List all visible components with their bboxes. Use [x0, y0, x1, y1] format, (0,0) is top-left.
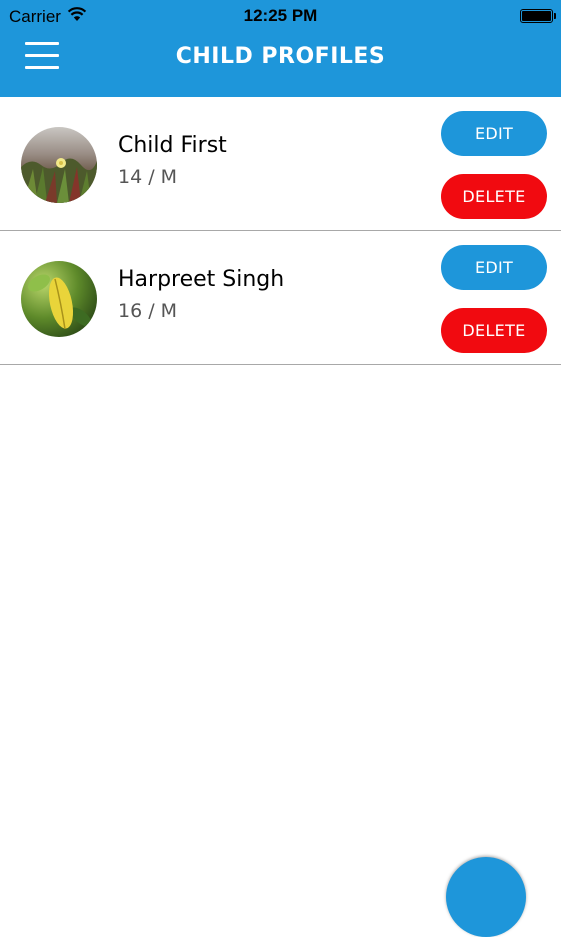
child-name: Child First: [118, 133, 227, 158]
avatar: [21, 261, 97, 337]
delete-button[interactable]: DELETE: [441, 308, 547, 353]
add-profile-button[interactable]: [446, 857, 526, 937]
page-title: CHILD PROFILES: [175, 44, 386, 69]
profile-row: Harpreet Singh 16 / M EDIT DELETE: [0, 231, 561, 365]
profile-row: Child First 14 / M EDIT DELETE: [0, 97, 561, 231]
battery-icon: [520, 9, 556, 23]
child-profile-list: Child First 14 / M EDIT DELETE Harpreet …: [0, 97, 561, 365]
edit-button[interactable]: EDIT: [441, 245, 547, 290]
avatar: [21, 127, 97, 203]
child-age-gender: 14 / M: [118, 166, 178, 188]
delete-button[interactable]: DELETE: [441, 174, 547, 219]
app-header: Carrier 12:25 PM CHILD PROFILES: [0, 0, 561, 97]
status-time: 12:25 PM: [243, 6, 318, 25]
child-age-gender: 16 / M: [118, 300, 178, 322]
status-bar: Carrier 12:25 PM: [0, 0, 561, 32]
child-name: Harpreet Singh: [118, 267, 285, 292]
edit-button[interactable]: EDIT: [441, 111, 547, 156]
